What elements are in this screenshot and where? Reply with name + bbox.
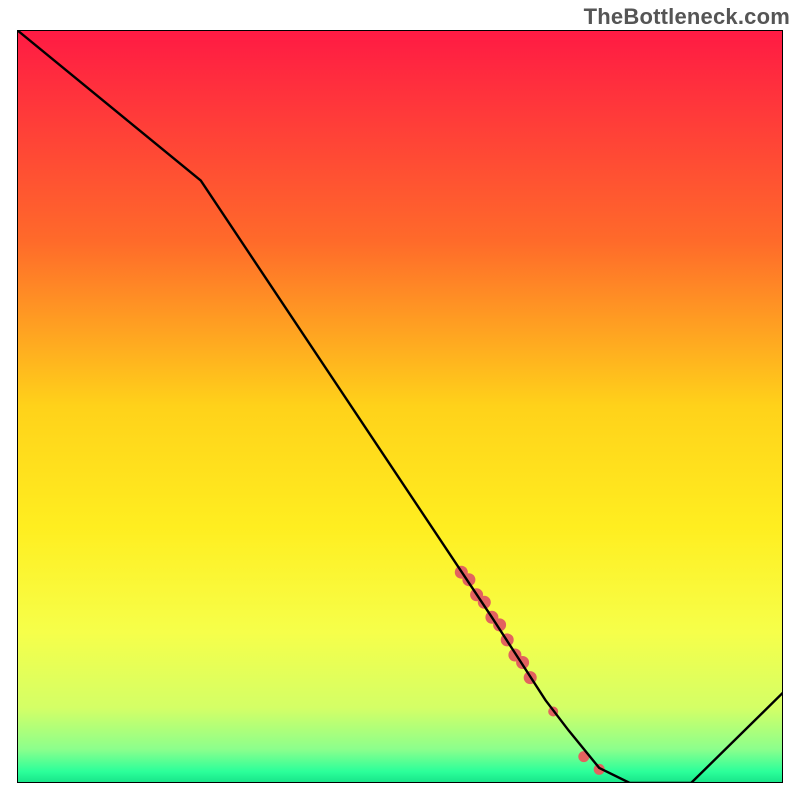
plot-area bbox=[17, 30, 783, 783]
chart-svg bbox=[17, 30, 783, 783]
chart-stage: TheBottleneck.com bbox=[0, 0, 800, 800]
gradient-background bbox=[17, 30, 783, 783]
watermark-text: TheBottleneck.com bbox=[584, 4, 790, 30]
